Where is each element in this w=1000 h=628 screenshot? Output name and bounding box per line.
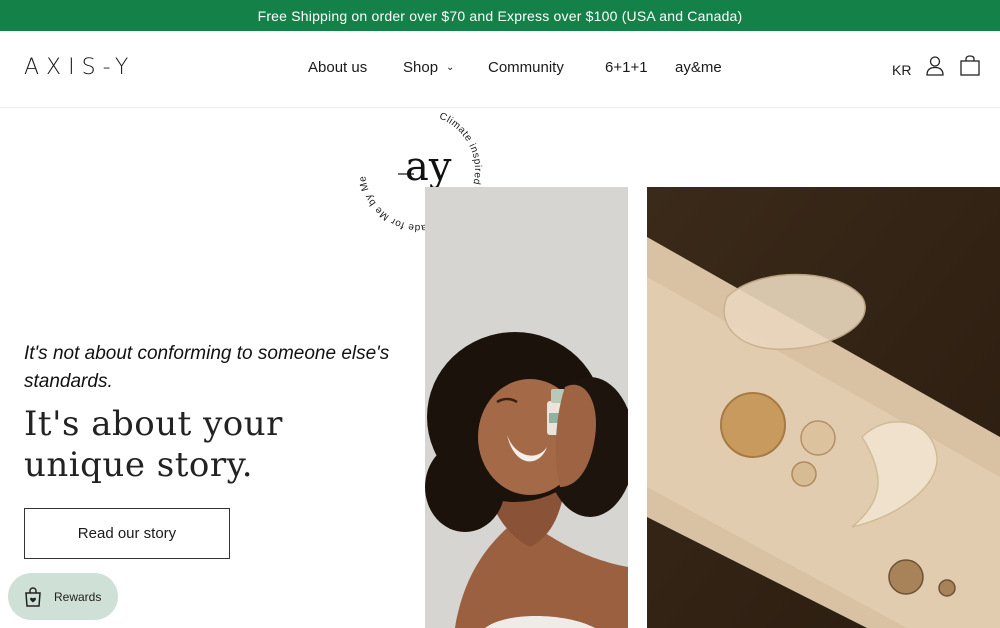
badge-monogram: ay xyxy=(405,144,452,190)
nav-6-1-1-label: 6+1+1 xyxy=(605,59,648,76)
rewards-button[interactable]: Rewards xyxy=(8,573,118,620)
shopping-bag-heart-icon xyxy=(25,586,41,607)
hero-title: It's about your unique story. xyxy=(24,404,283,485)
nav-ay-and-me[interactable]: ay&me xyxy=(675,59,722,76)
main-nav: About us Shop ⌄ Community 6+1+1 ay&me xyxy=(0,59,1000,79)
site-header: AXIS-Y About us Shop ⌄ Community 6+1+1 ay… xyxy=(0,31,1000,108)
hero-subtitle: It's not about conforming to someone els… xyxy=(24,343,390,392)
nav-ay-and-me-label: ay&me xyxy=(675,59,722,76)
read-our-story-button[interactable]: Read our story xyxy=(24,508,230,559)
rewards-label: Rewards xyxy=(54,589,102,604)
nav-6-1-1[interactable]: 6+1+1 xyxy=(605,59,648,76)
announcement-text: Free Shipping on order over $70 and Expr… xyxy=(257,7,743,24)
nav-about-us-label: About us xyxy=(308,59,368,76)
language-switch[interactable]: KR xyxy=(892,62,911,78)
nav-community-label: Community xyxy=(488,59,564,76)
nav-shop[interactable]: Shop ⌄ xyxy=(403,59,454,76)
hero-text: It's not about conforming to someone els… xyxy=(24,340,404,486)
nav-shop-label: Shop xyxy=(403,59,439,76)
chevron-down-icon: ⌄ xyxy=(446,62,455,73)
nav-community[interactable]: Community xyxy=(488,59,564,76)
hero-image-woman xyxy=(425,187,628,628)
nav-about-us[interactable]: About us xyxy=(308,59,367,76)
user-icon[interactable] xyxy=(926,56,944,76)
hero-image-serum-drops xyxy=(647,187,1000,628)
announcement-bar: Free Shipping on order over $70 and Expr… xyxy=(0,0,1000,31)
cart-icon[interactable] xyxy=(960,55,980,76)
